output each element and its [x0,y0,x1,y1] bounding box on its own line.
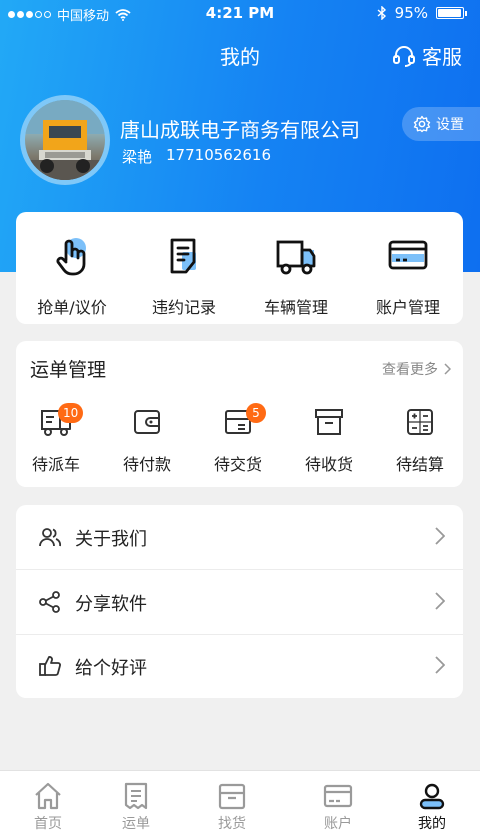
tab-label: 运单 [122,816,150,832]
quick-actions-card: 抢单/议价 违约记录 车辆管理 账户管理 [16,212,463,324]
menu-item-share-app[interactable]: 分享软件 [16,570,463,634]
tab-label: 找货 [218,816,246,832]
menu-item-rate-app[interactable]: 给个好评 [16,634,463,698]
status-bar: 中国移动 4:21 PM 95% [0,0,480,26]
wallet-card-icon [323,784,353,808]
quick-action-violations[interactable]: 违约记录 [128,234,240,318]
count-badge: 5 [246,403,266,423]
user-info: 梁艳 17710562616 [122,146,271,167]
quick-action-label: 车辆管理 [263,298,328,317]
order-status-pending-payment[interactable]: 待付款 [107,407,187,475]
quick-action-account[interactable]: 账户管理 [352,234,464,318]
tab-find-cargo[interactable]: 找货 [184,781,280,833]
battery-percent: 95% [394,4,428,22]
quick-action-label: 抢单/议价 [37,298,107,317]
chevron-right-icon [444,363,451,375]
battery-icon [436,7,467,19]
view-more-label: 查看更多 [382,362,438,378]
bottom-tab-bar: 首页 运单 找货 账户 我的 [0,770,480,840]
order-status-pending-delivery[interactable]: 5 待交货 [198,403,278,475]
avatar[interactable] [20,95,110,185]
user-phone: 17710562616 [166,146,271,164]
tab-waybill[interactable]: 运单 [88,781,184,833]
customer-service-button[interactable]: 客服 [392,41,462,70]
menu-item-label: 关于我们 [75,529,147,550]
bluetooth-icon [377,6,386,20]
company-name: 唐山成联电子商务有限公司 [120,118,360,142]
waybill-management-card: 运单管理 查看更多 10 待派车 待付款 5 待交货 待收货 待结算 [16,341,463,487]
home-icon [35,782,61,810]
wallet-icon [134,410,160,434]
view-more-link[interactable]: 查看更多 [382,359,451,379]
tab-mine[interactable]: 我的 [384,781,480,833]
user-name: 梁艳 [122,148,153,166]
headset-icon [393,45,415,67]
order-status-label: 待派车 [31,455,80,474]
thumbs-up-icon [39,656,61,676]
avatar-image [25,100,105,180]
order-status-pending-receipt[interactable]: 待收货 [289,407,369,475]
quick-action-vehicles[interactable]: 车辆管理 [240,234,352,318]
chevron-right-icon [435,527,445,545]
tab-account[interactable]: 账户 [290,781,386,833]
tab-home[interactable]: 首页 [0,781,96,833]
count-badge: 10 [58,403,84,423]
tab-label: 我的 [418,816,446,832]
section-title: 运单管理 [30,359,107,381]
order-status-label: 待收货 [304,455,353,474]
order-status-pending-settlement[interactable]: 待结算 [380,407,460,475]
battery-level [438,9,461,17]
quick-action-label: 违约记录 [151,298,216,317]
box-icon [218,783,246,810]
person-icon [419,783,445,810]
menu-item-about-us[interactable]: 关于我们 [16,505,463,569]
order-status-label: 待结算 [395,455,444,474]
users-icon [39,528,62,547]
tab-label: 首页 [34,816,62,832]
settings-button[interactable]: 设置 [402,107,480,141]
truck-icon [276,240,316,275]
status-right: 95% [377,4,467,22]
chevron-right-icon [435,656,445,674]
receipt-icon [124,782,148,810]
share-icon [39,591,60,613]
menu-item-label: 给个好评 [75,658,147,679]
order-status-pending-dispatch[interactable]: 10 待派车 [16,403,96,475]
customer-service-label: 客服 [422,45,462,69]
card-icon [388,240,428,270]
order-status-label: 待交货 [213,455,262,474]
quick-action-label: 账户管理 [375,298,440,317]
document-icon [170,238,196,274]
archive-box-icon [315,409,343,435]
settings-menu-card: 关于我们 分享软件 给个好评 [16,505,463,698]
tab-label: 账户 [324,816,352,832]
gear-icon [413,115,431,133]
tap-hand-icon [56,238,86,276]
chevron-right-icon [435,592,445,610]
quick-action-bid[interactable]: 抢单/议价 [16,234,128,318]
calculator-icon [407,409,433,435]
menu-item-label: 分享软件 [75,594,147,615]
order-status-label: 待付款 [122,455,171,474]
settings-label: 设置 [436,117,464,133]
